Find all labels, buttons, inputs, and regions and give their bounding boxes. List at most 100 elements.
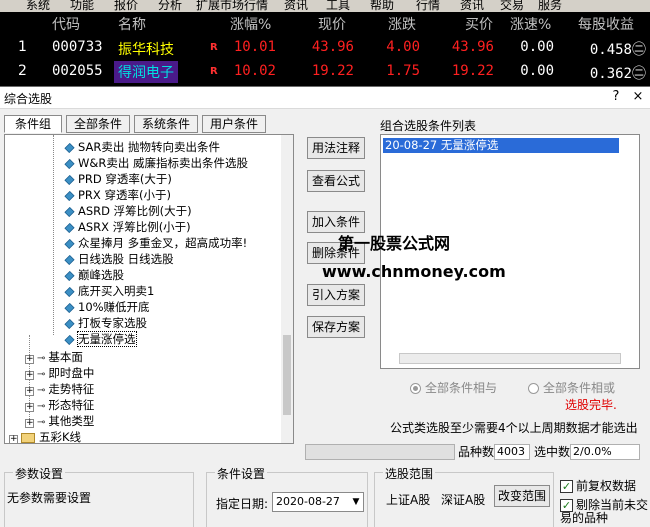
tree-guide-line [53, 135, 54, 335]
count-label: 品种数 [458, 445, 495, 459]
param-text: 无参数需要设置 [7, 491, 92, 505]
save-plan-button[interactable]: 保存方案 [307, 316, 365, 338]
tree-group-candlestick[interactable]: + 五彩K线 [9, 429, 81, 443]
help-icon[interactable]: ? [606, 88, 626, 106]
expand-icon[interactable]: + [25, 387, 34, 396]
tree-item-label: 打板专家选股 [78, 316, 147, 330]
price: 43.96 [311, 39, 354, 55]
import-plan-button[interactable]: 引入方案 [307, 284, 365, 306]
table-row[interactable]: 2 002055 得润电子 R 10.02 19.22 1.75 19.22 0… [0, 60, 650, 83]
tree-item[interactable]: 10%赚低开底 [64, 299, 150, 315]
tree-item[interactable]: 巅峰选股 [64, 267, 124, 283]
tab-condition-group[interactable]: 条件组 [4, 115, 62, 133]
checkbox-label: 剔除当前未交易的品种 [560, 498, 649, 525]
expand-icon[interactable]: + [9, 435, 18, 443]
menu-analysis[interactable]: 分析 [158, 0, 182, 12]
menu-trade[interactable]: 交易 [500, 0, 524, 12]
tree-scrollbar[interactable] [281, 135, 293, 443]
menu-system[interactable]: 系统 [26, 0, 50, 12]
tree-item[interactable]: PRX 穿透率(小于) [64, 187, 171, 203]
formula-icon [64, 206, 75, 217]
menu-extended-market[interactable]: 扩展市场行情 [196, 0, 268, 12]
header-change-pct[interactable]: 涨幅% [230, 14, 271, 34]
tree-item[interactable]: 日线选股 日线选股 [64, 251, 174, 267]
expand-icon[interactable]: + [25, 371, 34, 380]
header-code[interactable]: 代码 [52, 14, 80, 34]
expand-icon[interactable]: + [25, 355, 34, 364]
tree-item-label: PRX 穿透率(小于) [78, 188, 171, 202]
header-price[interactable]: 现价 [318, 14, 346, 34]
stock-name: 振华科技 [118, 42, 174, 58]
menu-service[interactable]: 服务 [538, 0, 562, 12]
menu-tools[interactable]: 工具 [326, 0, 350, 12]
chevron-down-icon[interactable]: ▼ [349, 493, 363, 511]
range-sz-label: 深证A股 [441, 493, 486, 507]
condition-tree[interactable]: SAR卖出 抛物转向卖出条件 W&R卖出 威廉指标卖出条件选股 PRD 穿透率(… [4, 134, 294, 444]
header-eps[interactable]: 每股收益 [578, 14, 634, 34]
radio-dot-icon [528, 383, 539, 394]
formula-icon [64, 158, 75, 169]
tree-group-intraday[interactable]: + ⊸ 即时盘中 [25, 365, 94, 381]
tree-item-label: 10%赚低开底 [78, 300, 150, 314]
view-formula-button[interactable]: 查看公式 [307, 170, 365, 192]
list-item[interactable]: 20-08-27 无量涨停选 [383, 138, 619, 153]
tree-scroll-thumb[interactable] [283, 335, 291, 415]
menu-help[interactable]: 帮助 [370, 0, 394, 12]
row-index: 1 [18, 39, 27, 55]
adjust-data-checkbox[interactable]: ✓ 前复权数据 [560, 477, 636, 494]
menu-info[interactable]: 资讯 [460, 0, 484, 12]
tree-group-fundamental[interactable]: + ⊸ 基本面 [25, 349, 83, 365]
tree-item[interactable]: ASRD 浮筹比例(大于) [64, 203, 192, 219]
radio-dot-icon [410, 383, 421, 394]
tab-all-conditions[interactable]: 全部条件 [66, 115, 130, 133]
selected-label: 选中数 [534, 445, 571, 459]
menu-bar: 系统 功能 报价 分析 扩展市场行情 资讯 工具 帮助 行情 资讯 交易 服务 [0, 0, 650, 12]
list-horizontal-scrollbar[interactable] [399, 353, 621, 364]
stock-name: 得润电子 [114, 61, 178, 83]
date-picker[interactable]: 2020-08-27 ▼ [272, 492, 364, 512]
tree-group-other[interactable]: + ⊸ 其他类型 [25, 413, 94, 429]
tree-item-selected[interactable]: 无量涨停选 [64, 331, 137, 347]
tree-item[interactable]: PRD 穿透率(大于) [64, 171, 172, 187]
formula-icon [64, 302, 75, 313]
change-pct: 10.02 [233, 63, 276, 79]
menu-news[interactable]: 资讯 [284, 0, 308, 12]
formula-note-text: 公式类选股至少需要4个以上周期数据才能选出 [390, 421, 638, 435]
expand-icon[interactable]: + [25, 419, 34, 428]
radio-all-or[interactable]: 全部条件相或 [528, 379, 615, 396]
expand-icon[interactable]: + [25, 403, 34, 412]
tree-group-label: 基本面 [48, 350, 83, 364]
tree-item[interactable]: 底开买入明卖1 [64, 283, 154, 299]
tree-item[interactable]: 众星捧月 多重金叉，超高成功率! [64, 235, 247, 251]
formula-icon [64, 222, 75, 233]
watermark-url: www.chnmoney.com [322, 262, 506, 281]
table-row[interactable]: 1 000733 振华科技 R 10.01 43.96 4.00 43.96 0… [0, 36, 650, 58]
tree-item[interactable]: W&R卖出 威廉指标卖出条件选股 [64, 155, 248, 171]
exclude-untraded-checkbox[interactable]: ✓ 剔除当前未交易的品种 [560, 499, 648, 525]
formula-icon [64, 190, 75, 201]
usage-note-button[interactable]: 用法注释 [307, 137, 365, 159]
header-bid[interactable]: 买价 [465, 14, 493, 34]
tab-user-conditions[interactable]: 用户条件 [202, 115, 266, 133]
formula-icon [64, 254, 75, 265]
status-done-text: 选股完毕. [565, 398, 617, 412]
header-name[interactable]: 名称 [118, 14, 146, 34]
tree-item[interactable]: ASRX 浮筹比例(小于) [64, 219, 191, 235]
header-speed[interactable]: 涨速% [510, 14, 551, 34]
price: 19.22 [311, 63, 354, 79]
close-icon[interactable]: × [628, 88, 648, 106]
menu-market[interactable]: 行情 [416, 0, 440, 12]
header-change[interactable]: 涨跌 [388, 14, 416, 34]
tree-item[interactable]: SAR卖出 抛物转向卖出条件 [64, 139, 220, 155]
tree-group-pattern[interactable]: + ⊸ 形态特征 [25, 397, 94, 413]
menu-function[interactable]: 功能 [70, 0, 94, 12]
change-range-button[interactable]: 改变范围 [494, 485, 550, 507]
tab-system-conditions[interactable]: 系统条件 [134, 115, 198, 133]
tree-item[interactable]: 打板专家选股 [64, 315, 147, 331]
tree-item-label: 日线选股 日线选股 [78, 252, 174, 266]
r-badge: R [210, 66, 218, 77]
menu-quote[interactable]: 报价 [114, 0, 138, 12]
radio-all-and[interactable]: 全部条件相与 [410, 379, 497, 396]
dialog-titlebar[interactable]: 综合选股 ? × [0, 87, 650, 109]
tree-group-trend[interactable]: + ⊸ 走势特征 [25, 381, 94, 397]
